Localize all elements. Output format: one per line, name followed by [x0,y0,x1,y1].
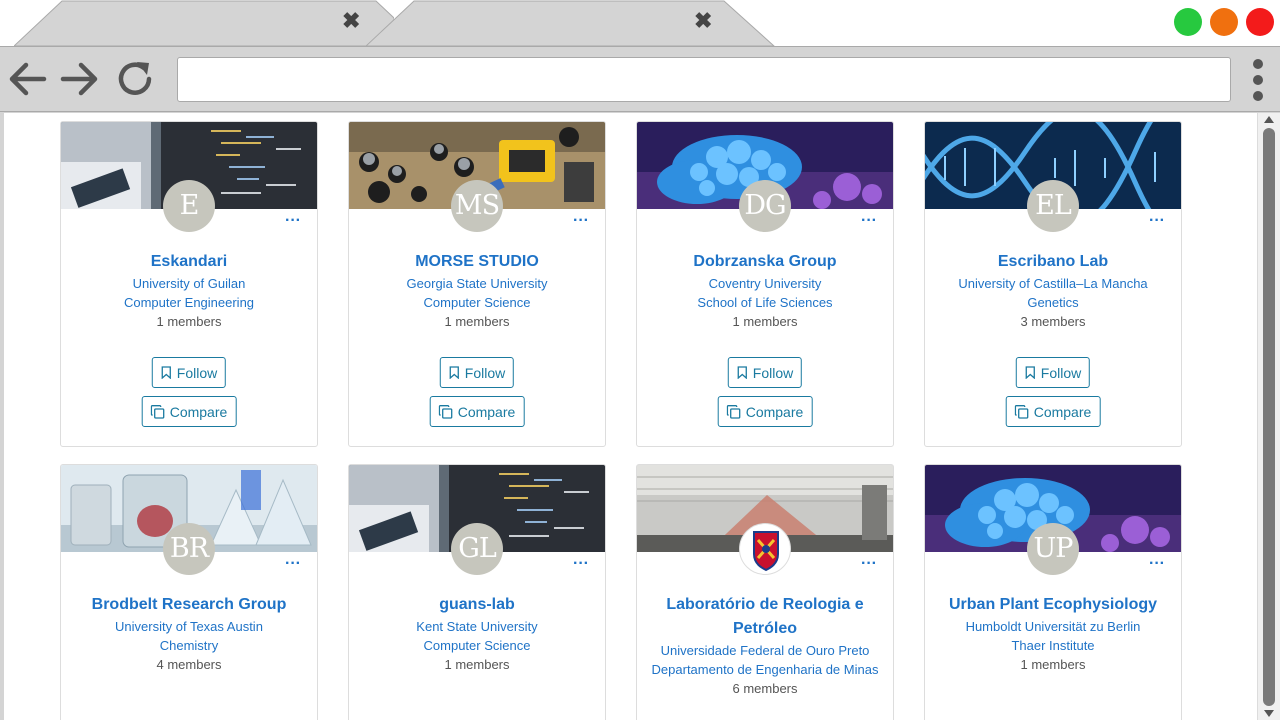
institution-link[interactable]: Kent State University [349,617,605,636]
member-count: 1 members [1020,657,1086,672]
browser-menu-icon[interactable] [1247,57,1269,103]
lab-card: E ··· Eskandari University of Guilan Com… [60,121,318,447]
lab-title-link[interactable]: Urban Plant Ecophysiology [925,593,1181,617]
member-count: 1 members [156,314,222,329]
lab-card: DG ··· Dobrzanska Group Coventry Univers… [636,121,894,447]
browser-tab-1[interactable]: ✖ [14,0,394,47]
copy-icon [726,404,741,419]
compare-button[interactable]: Compare [1005,396,1101,427]
window-close-button[interactable] [1246,8,1274,36]
department-link[interactable]: Computer Science [349,293,605,312]
window-maximize-button[interactable] [1174,8,1202,36]
copy-icon [1014,404,1029,419]
lab-card: GL ··· guans-lab Kent State University C… [348,464,606,720]
bookmark-icon [737,366,747,379]
department-link[interactable]: Chemistry [61,636,317,655]
institution-link[interactable]: University of Guilan [61,274,317,293]
card-options-icon[interactable]: ··· [573,556,589,572]
department-link[interactable]: Computer Engineering [61,293,317,312]
lab-avatar: DG [739,180,791,232]
card-options-icon[interactable]: ··· [285,213,301,229]
lab-avatar: MS [451,180,503,232]
member-count: 6 members [732,681,798,696]
lab-card: UP ··· Urban Plant Ecophysiology Humbold… [924,464,1182,720]
bookmark-icon [161,366,171,379]
compare-button[interactable]: Compare [141,396,237,427]
card-options-icon[interactable]: ··· [1149,213,1165,229]
institution-logo [739,523,791,575]
institution-link[interactable]: Universidade Federal de Ouro Preto [637,641,893,660]
lab-title-link[interactable]: Dobrzanska Group [637,250,893,274]
lab-avatar: UP [1027,523,1079,575]
department-link[interactable]: Thaer Institute [925,636,1181,655]
department-link[interactable]: Departamento de Engenharia de Minas [637,660,893,679]
tab-close-icon[interactable]: ✖ [694,10,712,32]
member-count: 4 members [156,657,222,672]
lab-title-link[interactable]: Escribano Lab [925,250,1181,274]
member-count: 1 members [732,314,798,329]
card-options-icon[interactable]: ··· [861,556,877,572]
department-link[interactable]: School of Life Sciences [637,293,893,312]
scroll-down-icon[interactable] [1264,710,1274,717]
lab-title-link[interactable]: Eskandari [61,250,317,274]
tab-close-icon[interactable]: ✖ [342,10,360,32]
lab-card: MS ··· MORSE STUDIO Georgia State Univer… [348,121,606,447]
department-link[interactable]: Genetics [925,293,1181,312]
page-viewport: E ··· Eskandari University of Guilan Com… [4,113,1257,720]
lab-avatar: EL [1027,180,1079,232]
member-count: 1 members [444,657,510,672]
card-options-icon[interactable]: ··· [1149,556,1165,572]
tab-bar: ✖ ✖ [0,0,1280,47]
window-minimize-button[interactable] [1210,8,1238,36]
copy-icon [150,404,165,419]
lab-avatar: E [163,180,215,232]
card-options-icon[interactable]: ··· [861,213,877,229]
lab-card: ··· Laboratório de Reologia e Petróleo Un… [636,464,894,720]
lab-title-link[interactable]: MORSE STUDIO [349,250,605,274]
scrollbar-thumb[interactable] [1263,128,1275,706]
copy-icon [438,404,453,419]
compare-button[interactable]: Compare [717,396,813,427]
lab-avatar: GL [451,523,503,575]
department-link[interactable]: Computer Science [349,636,605,655]
scroll-up-icon[interactable] [1264,116,1274,123]
bookmark-icon [1025,366,1035,379]
lab-title-link[interactable]: Laboratório de Reologia e Petróleo [637,593,893,641]
browser-toolbar [0,46,1280,112]
page-scrollbar[interactable] [1257,113,1280,720]
card-options-icon[interactable]: ··· [285,556,301,572]
browser-tab-2-active[interactable]: ✖ [366,0,776,47]
lab-card: EL ··· Escribano Lab University of Casti… [924,121,1182,447]
forward-arrow-icon[interactable] [57,57,101,101]
reload-icon[interactable] [113,57,157,101]
lab-avatar: BR [163,523,215,575]
follow-button[interactable]: Follow [151,357,227,388]
institution-link[interactable]: Coventry University [637,274,893,293]
institution-link[interactable]: Humboldt Universität zu Berlin [925,617,1181,636]
institution-link[interactable]: Georgia State University [349,274,605,293]
follow-button[interactable]: Follow [439,357,515,388]
institution-link[interactable]: University of Castilla–La Mancha [925,274,1181,293]
bookmark-icon [449,366,459,379]
address-bar-input[interactable] [177,57,1231,102]
lab-title-link[interactable]: guans-lab [349,593,605,617]
follow-button[interactable]: Follow [727,357,803,388]
member-count: 3 members [1020,314,1086,329]
lab-title-link[interactable]: Brodbelt Research Group [61,593,317,617]
back-arrow-icon[interactable] [6,57,50,101]
lab-card: BR ··· Brodbelt Research Group Universit… [60,464,318,720]
compare-button[interactable]: Compare [429,396,525,427]
institution-link[interactable]: University of Texas Austin [61,617,317,636]
member-count: 1 members [444,314,510,329]
card-options-icon[interactable]: ··· [573,213,589,229]
follow-button[interactable]: Follow [1015,357,1091,388]
